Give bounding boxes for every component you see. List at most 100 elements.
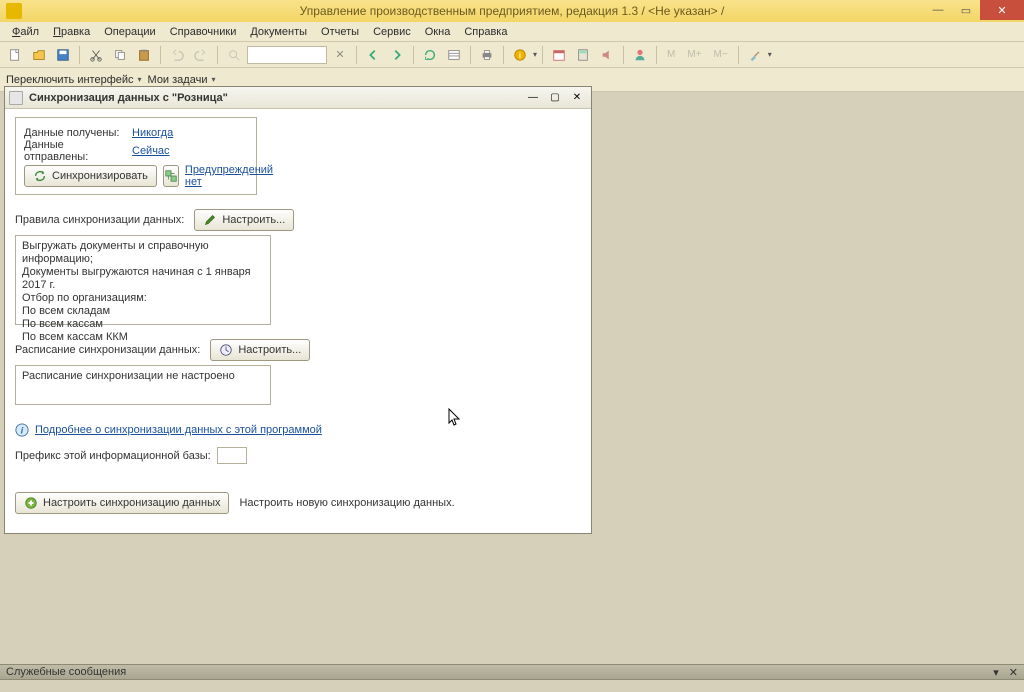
sync-settings-button[interactable] bbox=[163, 165, 179, 187]
toolbar-separator bbox=[413, 46, 414, 64]
search-input[interactable] bbox=[247, 46, 327, 64]
data-sent-link[interactable]: Сейчас bbox=[132, 145, 170, 157]
open-icon[interactable] bbox=[28, 44, 50, 66]
synchronize-label: Синхронизировать bbox=[52, 170, 148, 182]
sync-info-box: Данные получены: Никогда Данные отправле… bbox=[15, 117, 257, 195]
user-icon[interactable] bbox=[629, 44, 651, 66]
dialog-close-button[interactable]: ✕ bbox=[567, 90, 587, 106]
add-icon bbox=[24, 496, 38, 510]
calc-m-button[interactable]: M bbox=[662, 44, 680, 66]
clock-icon bbox=[219, 343, 233, 357]
print-icon[interactable] bbox=[476, 44, 498, 66]
dialog-minimize-button[interactable]: — bbox=[523, 90, 543, 106]
data-sent-label: Данные отправлены: bbox=[24, 139, 124, 163]
paste-icon[interactable] bbox=[133, 44, 155, 66]
new-doc-icon[interactable] bbox=[4, 44, 26, 66]
title-bar: Управление производственным предприятием… bbox=[0, 0, 1024, 22]
dialog-body: Данные получены: Никогда Данные отправле… bbox=[5, 109, 591, 533]
switch-interface-label: Переключить интерфейс bbox=[6, 74, 134, 86]
calc-icon[interactable] bbox=[572, 44, 594, 66]
nav-back-icon[interactable] bbox=[362, 44, 384, 66]
toolbar-separator bbox=[542, 46, 543, 64]
redo-icon[interactable] bbox=[190, 44, 212, 66]
refresh-icon[interactable] bbox=[419, 44, 441, 66]
toolbar-separator bbox=[217, 46, 218, 64]
close-button[interactable]: ✕ bbox=[980, 0, 1024, 20]
sync-settings-icon bbox=[164, 169, 178, 183]
data-received-link[interactable]: Никогда bbox=[132, 127, 173, 139]
dialog-titlebar: Синхронизация данных с "Розница" — ▢ ✕ bbox=[5, 87, 591, 109]
sound-icon[interactable] bbox=[596, 44, 618, 66]
toolbar-separator bbox=[160, 46, 161, 64]
toolbar-separator bbox=[470, 46, 471, 64]
window-buttons: — ▭ ✕ bbox=[924, 0, 1024, 20]
menu-service[interactable]: Сервис bbox=[367, 24, 417, 40]
cut-icon[interactable] bbox=[85, 44, 107, 66]
new-sync-label: Настроить синхронизацию данных bbox=[43, 497, 220, 509]
synchronize-button[interactable]: Синхронизировать bbox=[24, 165, 157, 187]
info-icon: i bbox=[15, 423, 29, 437]
sync-dialog: Синхронизация данных с "Розница" — ▢ ✕ Д… bbox=[4, 86, 592, 534]
my-tasks-label: Мои задачи bbox=[148, 74, 208, 86]
calendar-icon[interactable] bbox=[548, 44, 570, 66]
more-info-link[interactable]: Подробнее о синхронизации данных с этой … bbox=[35, 424, 322, 436]
find-icon[interactable] bbox=[223, 44, 245, 66]
menu-edit[interactable]: Правка bbox=[47, 24, 96, 40]
menu-reports[interactable]: Отчеты bbox=[315, 24, 365, 40]
switch-interface-button[interactable]: Переключить интерфейс▾ bbox=[6, 74, 142, 86]
brush-dropdown-icon[interactable]: ▾ bbox=[768, 50, 772, 59]
maximize-button[interactable]: ▭ bbox=[952, 0, 980, 20]
rules-textarea[interactable]: Выгружать документы и справочную информа… bbox=[15, 235, 271, 325]
menu-help[interactable]: Справка bbox=[458, 24, 513, 40]
toolbar-separator bbox=[503, 46, 504, 64]
help-icon[interactable]: i bbox=[509, 44, 531, 66]
dialog-maximize-button[interactable]: ▢ bbox=[545, 90, 565, 106]
sync-icon bbox=[33, 169, 47, 183]
new-sync-button[interactable]: Настроить синхронизацию данных bbox=[15, 492, 229, 514]
configure-schedule-label: Настроить... bbox=[238, 344, 301, 356]
workspace: Синхронизация данных с "Розница" — ▢ ✕ Д… bbox=[0, 92, 1024, 664]
no-warnings-link[interactable]: Предупреждений нет bbox=[185, 164, 273, 188]
main-toolbar: ✕ i ▾ M M+ M− ▾ bbox=[0, 42, 1024, 68]
messages-body bbox=[0, 680, 1024, 692]
calc-mminus-button[interactable]: M− bbox=[709, 44, 733, 66]
toolbar-separator bbox=[738, 46, 739, 64]
menu-operations[interactable]: Операции bbox=[98, 24, 161, 40]
menu-documents[interactable]: Документы bbox=[244, 24, 313, 40]
toolbar-separator bbox=[656, 46, 657, 64]
help-dropdown-icon[interactable]: ▾ bbox=[533, 50, 537, 59]
menu-bar: Файл Правка Операции Справочники Докумен… bbox=[0, 22, 1024, 42]
configure-rules-button[interactable]: Настроить... bbox=[194, 209, 294, 231]
toolbar-separator bbox=[623, 46, 624, 64]
list-icon[interactable] bbox=[443, 44, 465, 66]
data-received-label: Данные получены: bbox=[24, 127, 124, 139]
toolbar-separator bbox=[356, 46, 357, 64]
app-title: Управление производственным предприятием… bbox=[0, 4, 1024, 18]
messages-collapse-button[interactable]: ▾ bbox=[993, 666, 999, 679]
menu-file-label: айл bbox=[20, 26, 39, 38]
my-tasks-button[interactable]: Мои задачи▾ bbox=[148, 74, 216, 86]
brush-icon[interactable] bbox=[744, 44, 766, 66]
configure-schedule-button[interactable]: Настроить... bbox=[210, 339, 310, 361]
menu-windows[interactable]: Окна bbox=[419, 24, 457, 40]
nav-forward-icon[interactable] bbox=[386, 44, 408, 66]
svg-text:i: i bbox=[21, 426, 24, 437]
dialog-title: Синхронизация данных с "Розница" bbox=[29, 92, 521, 104]
messages-close-button[interactable]: ✕ bbox=[1009, 666, 1018, 679]
dialog-icon bbox=[9, 91, 23, 105]
calc-mplus-button[interactable]: M+ bbox=[682, 44, 706, 66]
prefix-input[interactable] bbox=[217, 447, 247, 464]
save-icon[interactable] bbox=[52, 44, 74, 66]
messages-header[interactable]: Служебные сообщения ▾ ✕ bbox=[0, 664, 1024, 680]
menu-file[interactable]: Файл bbox=[6, 24, 45, 40]
svg-text:i: i bbox=[519, 50, 521, 61]
new-sync-hint: Настроить новую синхронизацию данных. bbox=[239, 497, 454, 509]
schedule-textarea[interactable]: Расписание синхронизации не настроено bbox=[15, 365, 271, 405]
minimize-button[interactable]: — bbox=[924, 0, 952, 20]
clear-search-icon[interactable]: ✕ bbox=[329, 44, 351, 66]
undo-icon[interactable] bbox=[166, 44, 188, 66]
menu-catalogs[interactable]: Справочники bbox=[164, 24, 243, 40]
pencil-icon bbox=[203, 213, 217, 227]
copy-icon[interactable] bbox=[109, 44, 131, 66]
messages-panel: Служебные сообщения ▾ ✕ bbox=[0, 664, 1024, 692]
